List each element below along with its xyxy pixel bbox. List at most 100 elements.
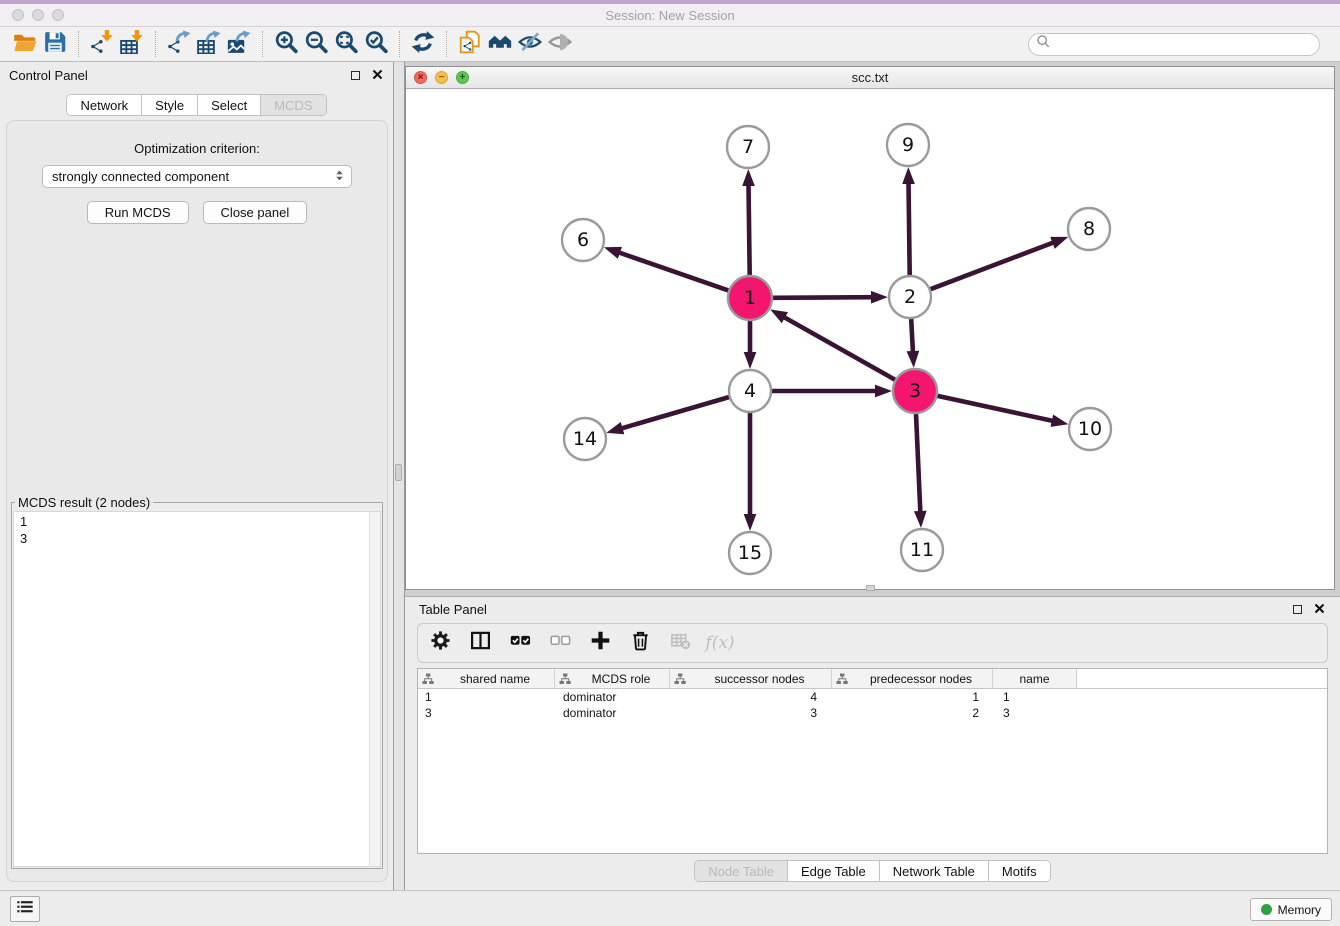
- control-panel-tabs: NetworkStyleSelectMCDS: [0, 94, 393, 116]
- cell[interactable]: 1: [832, 690, 993, 704]
- cell[interactable]: 1: [993, 690, 1077, 704]
- folder-open-icon: [13, 30, 37, 59]
- panel-splitter[interactable]: [394, 62, 405, 890]
- optimization-label: Optimization criterion:: [7, 141, 387, 156]
- search-input[interactable]: [1055, 35, 1312, 53]
- criterion-select[interactable]: strongly connected component: [42, 165, 352, 188]
- network-graph[interactable]: 7968124314101511: [406, 89, 1334, 589]
- deselect-all-rows-button[interactable]: [548, 629, 572, 657]
- cell[interactable]: dominator: [555, 690, 670, 704]
- cell[interactable]: dominator: [555, 706, 670, 720]
- column-options-button[interactable]: [428, 629, 452, 657]
- show-hide-button: [545, 30, 575, 58]
- add-column-button[interactable]: [588, 629, 612, 657]
- column-header-predecessor-nodes[interactable]: predecessor nodes: [832, 669, 993, 688]
- result-scrollbar[interactable]: [369, 512, 380, 866]
- clone-network-button[interactable]: [455, 30, 485, 58]
- edge-1-6[interactable]: [618, 252, 728, 290]
- network-canvas[interactable]: 7968124314101511: [406, 89, 1334, 589]
- edge-1-7[interactable]: [748, 184, 749, 275]
- network-resize-handle[interactable]: [866, 585, 875, 591]
- node-label-4: 4: [744, 380, 756, 402]
- table-row[interactable]: 3dominator323: [418, 705, 1327, 721]
- tab-network[interactable]: Network: [67, 95, 142, 115]
- clone-network-icon: [458, 30, 482, 59]
- cell[interactable]: 2: [832, 706, 993, 720]
- splitter-handle[interactable]: [395, 464, 402, 481]
- toolbar-separator: [399, 31, 400, 57]
- edge-3-11[interactable]: [916, 414, 920, 513]
- tab-motifs[interactable]: Motifs: [989, 861, 1050, 881]
- node-table: shared nameMCDS rolesuccessor nodesprede…: [417, 668, 1328, 854]
- toolbar-separator: [262, 31, 263, 57]
- control-panel-header: Control Panel: [0, 62, 393, 88]
- node-label-9: 9: [902, 134, 914, 156]
- edge-2-8[interactable]: [931, 242, 1055, 289]
- zoom-in-icon: [274, 30, 298, 59]
- cell[interactable]: 3: [993, 706, 1077, 720]
- home-button[interactable]: [485, 30, 515, 58]
- task-history-button[interactable]: [10, 896, 40, 922]
- export-image-button[interactable]: [224, 30, 254, 58]
- network-window-titlebar[interactable]: × − + scc.txt: [406, 67, 1334, 89]
- open-session-button[interactable]: [10, 30, 40, 58]
- cell[interactable]: 3: [418, 706, 555, 720]
- tab-node-table[interactable]: Node Table: [695, 861, 788, 881]
- column-header-MCDS-role[interactable]: MCDS role: [555, 669, 670, 688]
- toolbar-separator: [446, 31, 447, 57]
- tab-style[interactable]: Style: [142, 95, 198, 115]
- memory-button[interactable]: Memory: [1250, 898, 1332, 921]
- close-panel-action-button[interactable]: Close panel: [203, 201, 308, 224]
- cell[interactable]: 1: [418, 690, 555, 704]
- tab-select[interactable]: Select: [198, 95, 261, 115]
- save-session-button[interactable]: [40, 30, 70, 58]
- function-builder-button: f(x): [708, 629, 732, 657]
- edge-3-1[interactable]: [783, 317, 895, 380]
- select-all-rows-button[interactable]: [508, 629, 532, 657]
- column-header-successor-nodes[interactable]: successor nodes: [670, 669, 832, 688]
- export-image-icon: [227, 30, 251, 59]
- node-label-10: 10: [1078, 418, 1102, 440]
- import-table-button[interactable]: [117, 30, 147, 58]
- table-row[interactable]: 1dominator411: [418, 689, 1327, 705]
- close-panel-button[interactable]: [370, 68, 384, 82]
- table-float-button[interactable]: [1290, 603, 1304, 617]
- delete-column-button[interactable]: [628, 629, 652, 657]
- attribute-icon: [670, 673, 688, 685]
- cell[interactable]: 3: [670, 706, 832, 720]
- column-header-shared-name[interactable]: shared name: [418, 669, 555, 688]
- gear-icon: [430, 630, 451, 656]
- edge-4-14[interactable]: [621, 397, 729, 429]
- node-label-15: 15: [738, 542, 762, 564]
- zoom-out-button[interactable]: [301, 30, 331, 58]
- float-panel-button[interactable]: [348, 68, 362, 82]
- column-header-name[interactable]: name: [993, 669, 1077, 688]
- zoom-fit-icon: [334, 30, 358, 59]
- tab-mcds[interactable]: MCDS: [261, 95, 325, 115]
- search-field[interactable]: [1028, 33, 1320, 56]
- toggle-panel-mode-button[interactable]: [468, 629, 492, 657]
- toggle-graphics-details-button[interactable]: [515, 30, 545, 58]
- network-title: scc.txt: [406, 70, 1334, 85]
- save-icon: [43, 30, 67, 59]
- edge-2-3[interactable]: [911, 319, 913, 353]
- control-panel-title: Control Panel: [9, 68, 340, 83]
- export-network-button[interactable]: [164, 30, 194, 58]
- export-table-button[interactable]: [194, 30, 224, 58]
- memory-label: Memory: [1278, 903, 1321, 917]
- zoom-in-button[interactable]: [271, 30, 301, 58]
- tab-edge-table[interactable]: Edge Table: [788, 861, 880, 881]
- edge-2-9[interactable]: [908, 182, 909, 275]
- refresh-view-button[interactable]: [408, 30, 438, 58]
- cell[interactable]: 4: [670, 690, 832, 704]
- zoom-selected-button[interactable]: [361, 30, 391, 58]
- run-mcds-button[interactable]: Run MCDS: [87, 201, 189, 224]
- table-close-button[interactable]: [1312, 603, 1326, 617]
- zoom-fit-button[interactable]: [331, 30, 361, 58]
- search-icon: [1036, 34, 1051, 54]
- import-network-button[interactable]: [87, 30, 117, 58]
- export-network-icon: [167, 30, 191, 59]
- edge-1-2[interactable]: [773, 297, 873, 298]
- tab-network-table[interactable]: Network Table: [880, 861, 989, 881]
- edge-3-10[interactable]: [937, 396, 1053, 421]
